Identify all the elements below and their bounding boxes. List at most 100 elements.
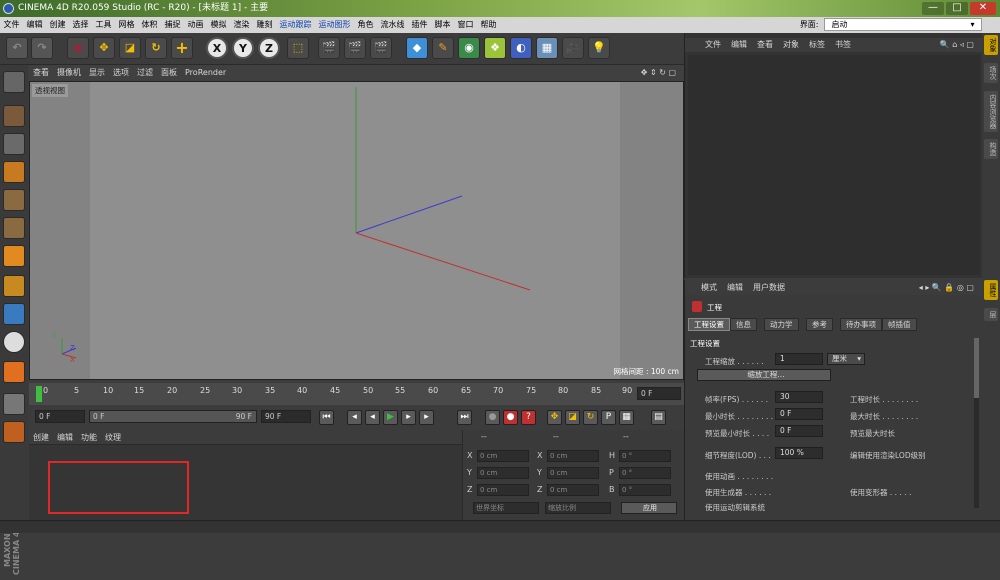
tab-dynamics[interactable]: 动力学 — [764, 318, 799, 331]
y-axis-lock-button[interactable]: Y — [232, 37, 254, 59]
axis-mode-icon[interactable] — [3, 275, 25, 297]
floor-icon[interactable]: ▦ — [536, 37, 558, 59]
menu-pipeline[interactable]: 流水线 — [377, 17, 408, 33]
points-mode-icon[interactable] — [3, 189, 25, 211]
preview-min-field[interactable]: 0 F — [775, 425, 823, 437]
menu-window[interactable]: 窗口 — [454, 17, 477, 33]
auto-key-icon[interactable]: ● — [503, 410, 518, 425]
menu-tools[interactable]: 工具 — [92, 17, 115, 33]
tab-structure[interactable]: 构造 — [984, 139, 998, 159]
tab-takes[interactable]: 场次 — [984, 63, 998, 83]
key-pla-icon[interactable]: ▦ — [619, 410, 634, 425]
menu-sculpt[interactable]: 雕刻 — [253, 17, 276, 33]
menu-select[interactable]: 选择 — [69, 17, 92, 33]
snap-icon[interactable] — [3, 331, 25, 353]
start-frame-field[interactable]: 0 F — [35, 410, 85, 423]
menu-animate[interactable]: 动画 — [184, 17, 207, 33]
attribute-nav-icons[interactable]: ◂ ▸ 🔍 🔒 ◎ ▢ — [914, 280, 979, 295]
menu-script[interactable]: 脚本 — [431, 17, 454, 33]
z-axis-lock-button[interactable]: Z — [258, 37, 280, 59]
object-menu-objects[interactable]: 对象 — [778, 38, 804, 52]
lod-field[interactable]: 100 % — [775, 447, 823, 459]
menu-create[interactable]: 创建 — [46, 17, 69, 33]
menu-motion-tracking[interactable]: 运动跟踪 — [276, 17, 315, 33]
record-keys-icon[interactable]: ● — [485, 410, 500, 425]
viewport-menu-camera[interactable]: 摄像机 — [53, 65, 85, 81]
rotation-p-field[interactable]: 0 ° — [619, 467, 671, 479]
menu-mesh[interactable]: 网格 — [115, 17, 138, 33]
redo-button[interactable]: ↷ — [31, 37, 53, 59]
viewport-menu-view[interactable]: 查看 — [29, 65, 53, 81]
material-menu-edit[interactable]: 编辑 — [53, 430, 77, 445]
tab-attributes[interactable]: 属性 — [984, 280, 998, 300]
object-menu-file[interactable]: 文件 — [685, 38, 726, 52]
playhead[interactable] — [36, 386, 42, 402]
deformer-icon[interactable]: ◐ — [510, 37, 532, 59]
go-to-start-button[interactable]: ⏮ — [319, 410, 334, 425]
scrollbar-thumb[interactable] — [974, 338, 979, 398]
material-menu-texture[interactable]: 纹理 — [101, 430, 125, 445]
menu-simulate[interactable]: 模拟 — [207, 17, 230, 33]
position-y-field[interactable]: 0 cm — [477, 467, 529, 479]
menu-file[interactable]: 文件 — [0, 17, 23, 33]
viewport-menu-filter[interactable]: 过滤 — [133, 65, 157, 81]
menu-render[interactable]: 渲染 — [230, 17, 253, 33]
tab-layers[interactable]: 层 — [984, 308, 998, 321]
scale-unit-select[interactable]: 厘米 ▾ — [827, 353, 865, 365]
magnet-icon[interactable] — [3, 361, 25, 383]
array-icon[interactable]: ❖ — [484, 37, 506, 59]
layout-select[interactable]: 启动 ▾ — [824, 18, 982, 31]
rotation-h-field[interactable]: 0 ° — [619, 450, 671, 462]
maximize-button[interactable]: □ — [946, 2, 968, 15]
size-y-field[interactable]: 0 cm — [547, 467, 599, 479]
close-button[interactable]: ✕ — [970, 2, 996, 15]
minimize-button[interactable]: — — [922, 2, 944, 15]
scale-project-button[interactable]: 缩放工程... — [697, 369, 831, 381]
key-parameter-icon[interactable]: P — [601, 410, 616, 425]
key-rotation-icon[interactable]: ↻ — [583, 410, 598, 425]
light-icon[interactable]: 💡 — [588, 37, 610, 59]
menu-plugins[interactable]: 插件 — [408, 17, 431, 33]
subdivision-icon[interactable]: ◉ — [458, 37, 480, 59]
apply-button[interactable]: 应用 — [621, 502, 677, 514]
menu-volume[interactable]: 体积 — [138, 17, 161, 33]
rotate-icon[interactable]: ↻ — [145, 37, 167, 59]
x-axis-lock-button[interactable]: X — [206, 37, 228, 59]
rotation-b-field[interactable]: 0 ° — [619, 484, 671, 496]
position-z-field[interactable]: 0 cm — [477, 484, 529, 496]
undo-button[interactable]: ↶ — [6, 37, 28, 59]
min-time-field[interactable]: 0 F — [775, 408, 823, 420]
pen-icon[interactable]: ✎ — [432, 37, 454, 59]
tab-todo[interactable]: 待办事项 — [840, 318, 882, 331]
timeline-window-icon[interactable]: ▤ — [651, 410, 666, 425]
live-select-icon[interactable]: ◎ — [67, 37, 89, 59]
coordinate-system-icon[interactable]: ⬚ — [287, 37, 309, 59]
planar-workplane-icon[interactable] — [3, 421, 25, 443]
lock-workplane-icon[interactable] — [3, 393, 25, 415]
previous-key-button[interactable]: ◂ — [347, 410, 362, 425]
object-manager-nav-icons[interactable]: 🔍 ⌂ ◃ ▢ — [935, 38, 979, 52]
menu-snap[interactable]: 捕捉 — [161, 17, 184, 33]
end-frame-field[interactable]: 90 F — [261, 410, 311, 423]
move-icon[interactable]: ✥ — [93, 37, 115, 59]
size-x-field[interactable]: 0 cm — [547, 450, 599, 462]
object-menu-tags[interactable]: 标签 — [804, 38, 830, 52]
object-list[interactable] — [688, 55, 980, 275]
scale-icon[interactable]: ◪ — [119, 37, 141, 59]
fps-field[interactable]: 30 — [775, 391, 823, 403]
position-x-field[interactable]: 0 cm — [477, 450, 529, 462]
next-frame-button[interactable]: ▸ — [401, 410, 416, 425]
frame-range-slider[interactable]: 0 F 90 F — [89, 410, 257, 423]
key-scale-icon[interactable]: ◪ — [565, 410, 580, 425]
tweak-mode-icon[interactable] — [3, 303, 25, 325]
viewport-menu-display[interactable]: 显示 — [85, 65, 109, 81]
viewport-menu-options[interactable]: 选项 — [109, 65, 133, 81]
key-position-icon[interactable]: ✥ — [547, 410, 562, 425]
next-key-button[interactable]: ▸ — [419, 410, 434, 425]
previous-frame-button[interactable]: ◂ — [365, 410, 380, 425]
tab-content-browser[interactable]: 内容浏览器 — [984, 91, 998, 132]
tab-reference[interactable]: 参考 — [806, 318, 833, 331]
texture-mode-icon[interactable] — [3, 133, 25, 155]
tab-objects[interactable]: 对象 — [984, 35, 998, 55]
menu-edit[interactable]: 编辑 — [23, 17, 46, 33]
